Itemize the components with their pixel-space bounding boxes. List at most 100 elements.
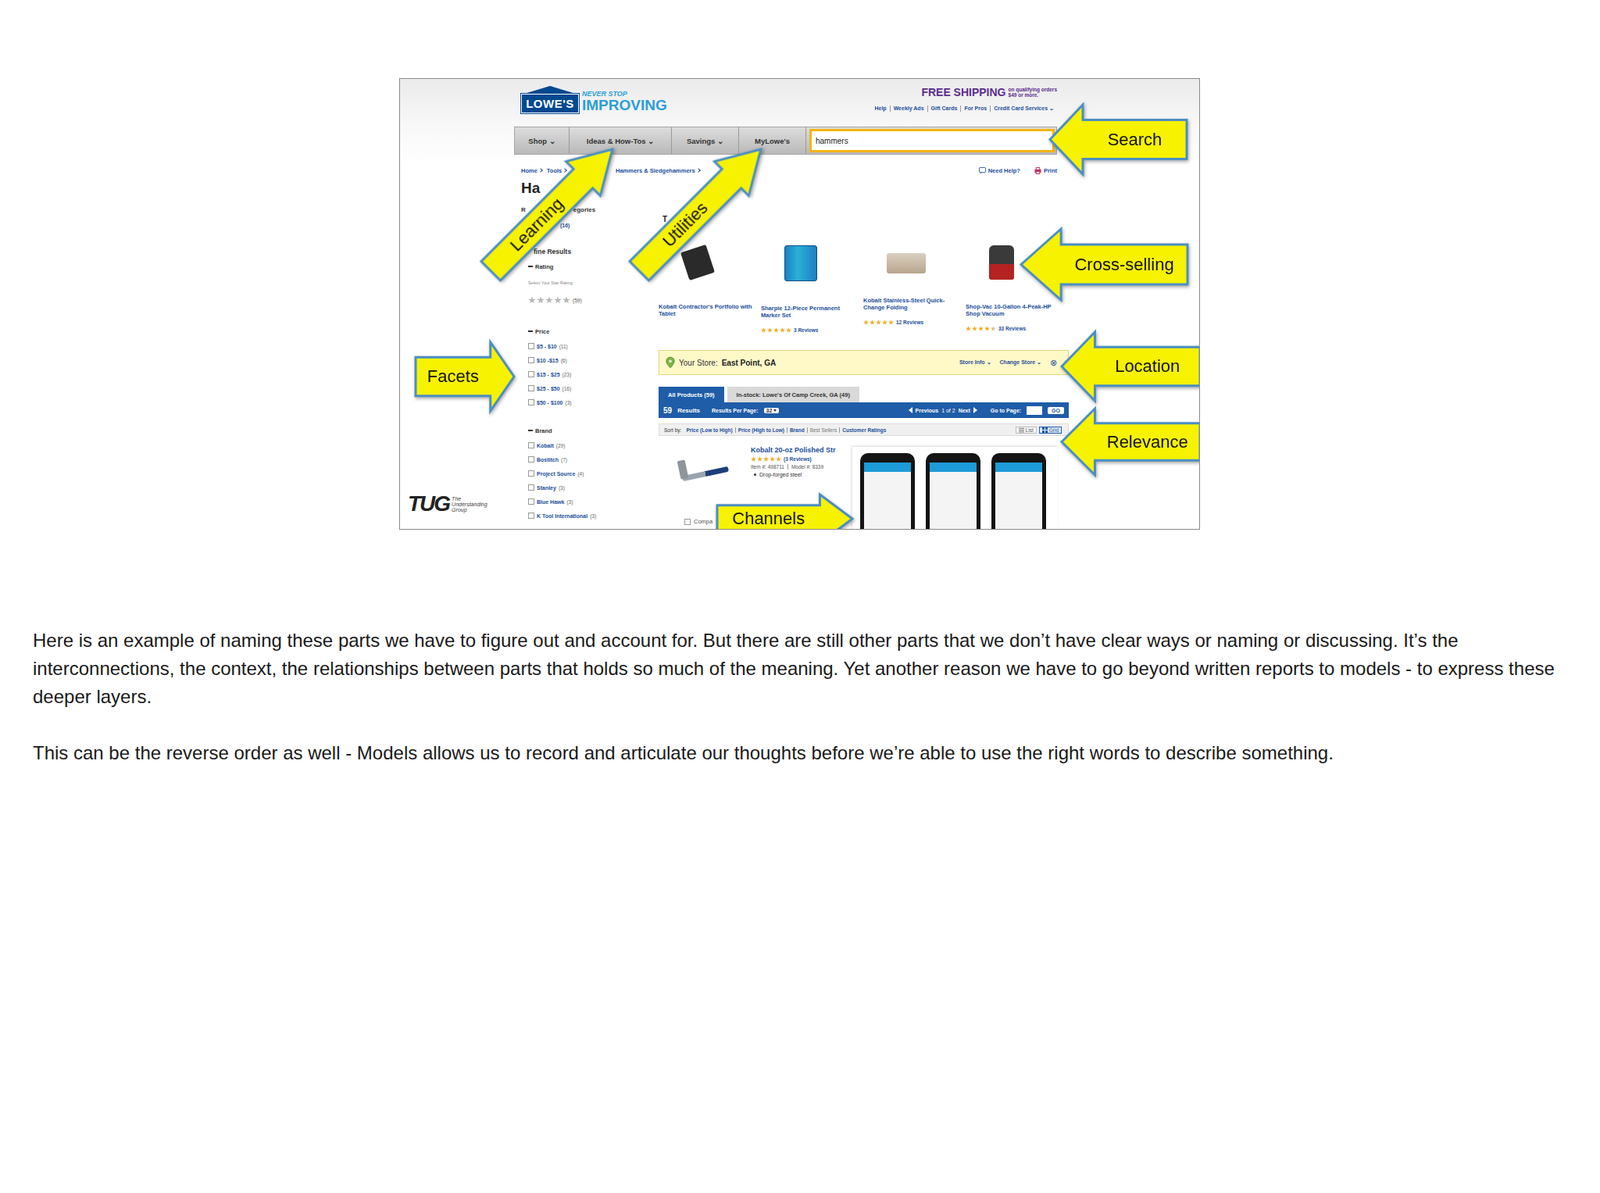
nav-item[interactable]: Shop ⌄	[514, 127, 570, 154]
facet-option[interactable]: K Tool International(3)	[521, 508, 653, 523]
checkbox[interactable]	[528, 399, 535, 406]
checkbox[interactable]	[528, 371, 535, 378]
item-number: Item #: 498711	[750, 464, 785, 470]
search-field[interactable]: hammers	[809, 128, 1055, 153]
breadcrumb-item[interactable]: Hammers & Sledgehammers	[615, 167, 703, 175]
checkbox[interactable]	[528, 357, 535, 364]
breadcrumb-item[interactable]: Tools	[546, 167, 569, 175]
checkbox[interactable]	[684, 518, 691, 525]
sort-option[interactable]: Price (Low to High)	[683, 427, 735, 433]
tagline-main: IMPROVING	[582, 97, 668, 113]
facet-option[interactable]: $5 - $10(11)	[521, 339, 653, 354]
review-count[interactable]: (3 Reviews)	[783, 456, 812, 462]
product-image[interactable]	[784, 245, 818, 282]
tab[interactable]: All Products (59)	[658, 386, 725, 403]
view-option[interactable]: List	[1015, 426, 1037, 434]
product-image[interactable]	[680, 244, 715, 281]
review-count[interactable]: 12 Reviews	[896, 319, 924, 325]
previous-arrow-icon[interactable]	[908, 407, 913, 414]
star-icon	[984, 325, 990, 332]
top-link[interactable]: Help	[871, 105, 890, 112]
per-page-select[interactable]: 32	[764, 407, 780, 414]
brand[interactable]: LOWE'SNEVER STOPIMPROVING	[521, 85, 668, 114]
checkbox[interactable]	[528, 385, 535, 392]
facet-option[interactable]: Project Source(4)	[521, 466, 653, 481]
utilities: Need Help? Print	[978, 167, 1058, 175]
product-card[interactable]: Kobalt Stainless-Steel Quick-Change Fold…	[863, 245, 966, 333]
product-name[interactable]: Kobalt Contractor's Portfolio with Table…	[658, 303, 761, 319]
utility-link[interactable]: Need Help?	[978, 167, 1021, 175]
nav-item[interactable]: Ideas & How-Tos ⌄	[569, 127, 672, 154]
star-icon	[562, 296, 571, 304]
tug-line: The	[451, 496, 488, 502]
mobile-screens-picture	[852, 446, 1058, 530]
facet-list: $5 - $10(11)$10 -$15(6)$15 - $25(23)$25 …	[521, 339, 653, 410]
grid-icon	[1042, 427, 1048, 433]
facet-option[interactable]: $15 - $25(23)	[521, 367, 653, 382]
close-button[interactable]: ⊗	[1050, 358, 1058, 368]
next-link[interactable]: Next	[958, 407, 971, 414]
top-link[interactable]: Weekly Ads	[889, 105, 928, 112]
facet-header[interactable]: Price	[521, 326, 653, 336]
facet-header[interactable]: Brand	[521, 425, 653, 436]
top-link[interactable]: For Pros	[960, 105, 990, 112]
nav-item[interactable]: MyLowe's	[739, 127, 807, 154]
facet-count: (3)	[558, 485, 565, 491]
collapse-icon	[528, 330, 533, 333]
breadcrumb-item[interactable]: Home	[521, 167, 545, 175]
checkbox[interactable]	[528, 512, 535, 519]
checkbox[interactable]	[528, 484, 535, 491]
product-image[interactable]	[989, 245, 1015, 280]
sort-option[interactable]: Brand	[786, 427, 808, 433]
product-image[interactable]	[678, 458, 731, 487]
product-card[interactable]: Kobalt Contractor's Portfolio with Table…	[658, 245, 761, 333]
product-name[interactable]: Shop-Vac 10-Gallon 4-Peak-HP Shop Vacuum	[965, 303, 1068, 319]
phone-mockup	[991, 453, 1047, 530]
top-link[interactable]: Credit Card Services ⌄	[989, 105, 1058, 112]
facet-option[interactable]: $50 - $100(3)	[521, 395, 653, 410]
tab[interactable]: In-stock: Lowe's Of Camp Creek, GA (49)	[727, 386, 860, 403]
facet-label: Bostitch	[536, 457, 559, 463]
product-image[interactable]	[886, 253, 926, 274]
facet-option[interactable]: $10 -$15(6)	[521, 353, 653, 368]
facet-option[interactable]: Bostitch(7)	[521, 452, 653, 467]
rating-filter[interactable]: (59)	[521, 294, 653, 306]
checkbox[interactable]	[528, 470, 535, 477]
product-name[interactable]: Sharpie 12-Piece Permanent Marker Set	[760, 304, 864, 321]
pager: Previous1 of 2Next	[908, 407, 978, 414]
utility-link[interactable]: Print	[1034, 167, 1058, 175]
top-link[interactable]: Gift Cards	[927, 105, 961, 112]
star-icon	[545, 296, 554, 304]
sort-option[interactable]: Price (High to Low)	[735, 427, 787, 433]
star-rating[interactable]	[528, 296, 571, 304]
chevron-icon	[562, 167, 568, 173]
go-button[interactable]: GO	[1047, 407, 1065, 415]
shipping-banner[interactable]: FREE SHIPPINGon qualifying orders$49 or …	[921, 85, 1058, 99]
callout-label: Location	[1094, 346, 1200, 386]
review-count[interactable]: 33 Reviews	[998, 325, 1026, 332]
product-name[interactable]: Kobalt Stainless-Steel Quick-Change Fold…	[863, 296, 966, 313]
goto-input[interactable]	[1026, 406, 1043, 415]
facet-option[interactable]: Kobalt(29)	[521, 438, 653, 453]
checkbox[interactable]	[528, 342, 535, 350]
checkbox[interactable]	[528, 442, 535, 449]
review-count[interactable]: 3 Reviews	[793, 327, 818, 333]
previous-link[interactable]: Previous	[915, 407, 940, 414]
store-link[interactable]: Store Info ⌄	[959, 359, 992, 366]
lowes-logo[interactable]: LOWE'S	[521, 85, 579, 114]
categories-count[interactable]: (16)	[560, 219, 653, 231]
sort-option[interactable]: Best Sellers	[807, 427, 840, 433]
facet-option[interactable]: Stanley(3)	[521, 480, 653, 495]
nav-item[interactable]: Savings ⌄	[671, 127, 740, 154]
sort-option[interactable]: Customer Ratings	[839, 427, 889, 433]
view-option[interactable]: Grid	[1039, 426, 1062, 434]
facet-option[interactable]: $25 - $50(16)	[521, 381, 653, 396]
store-link[interactable]: Change Store ⌄	[1000, 359, 1042, 366]
next-arrow-icon[interactable]	[973, 407, 978, 414]
checkbox[interactable]	[528, 456, 535, 463]
checkbox[interactable]	[528, 498, 535, 505]
product-card[interactable]: Sharpie 12-Piece Permanent Marker Set 3 R…	[760, 245, 864, 333]
star-icon	[863, 319, 869, 325]
chevron-icon	[538, 167, 543, 173]
facet-option[interactable]: Blue Hawk(3)	[521, 494, 653, 509]
